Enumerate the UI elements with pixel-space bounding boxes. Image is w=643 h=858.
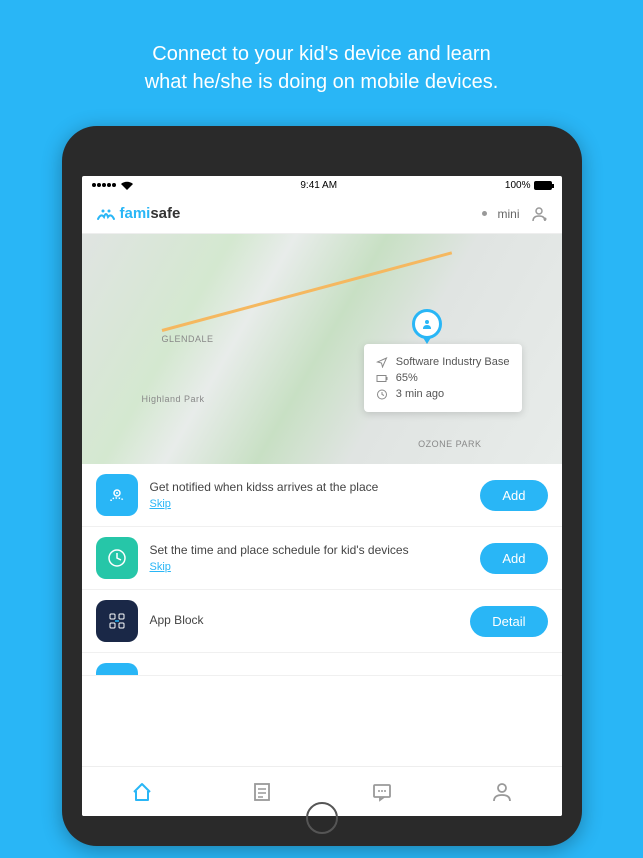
nav-profile[interactable] [482, 780, 522, 804]
home-icon [130, 780, 154, 804]
feature-list: Get notified when kidss arrives at the p… [82, 464, 562, 766]
wifi-icon [121, 181, 133, 190]
skip-link[interactable]: Skip [150, 498, 469, 510]
location-marker[interactable] [412, 309, 442, 339]
feature-title: App Block [150, 613, 459, 629]
info-location: Software Industry Base [396, 356, 510, 368]
logo[interactable]: famisafe [96, 205, 181, 222]
logo-icon [96, 207, 116, 221]
promo-text: Connect to your kid's device and learn w… [145, 40, 499, 96]
app-header: famisafe mini [82, 194, 562, 234]
signal-icon [92, 183, 116, 187]
battery-percent: 100% [505, 180, 531, 191]
detail-button[interactable]: Detail [470, 606, 547, 637]
clock-icon [376, 389, 388, 400]
document-icon [250, 780, 274, 804]
location-pin-icon [96, 474, 138, 516]
screen: 9:41 AM 100% famisafe mini GLENDALE WOOD… [82, 176, 562, 816]
navigation-icon [376, 357, 388, 368]
battery-icon [534, 181, 552, 190]
feature-title: Set the time and place schedule for kid'… [150, 543, 469, 559]
map-label: OZONE PARK [418, 439, 481, 449]
feature-partial [82, 653, 562, 676]
person-icon [421, 318, 433, 330]
profile-icon[interactable] [530, 205, 548, 223]
feature-title: Get notified when kidss arrives at the p… [150, 480, 469, 496]
user-icon [490, 780, 514, 804]
tablet-frame: 9:41 AM 100% famisafe mini GLENDALE WOOD… [62, 126, 582, 846]
info-battery: 65% [396, 372, 418, 384]
location-info-card: Software Industry Base 65% 3 min ago [364, 344, 522, 412]
skip-link[interactable]: Skip [150, 561, 469, 573]
feature-schedule: Set the time and place schedule for kid'… [82, 527, 562, 590]
feature-geofence: Get notified when kidss arrives at the p… [82, 464, 562, 527]
nav-home[interactable] [122, 780, 162, 804]
feature-appblock: App Block Detail [82, 590, 562, 653]
partial-icon [96, 663, 138, 675]
info-time: 3 min ago [396, 388, 444, 400]
clock-schedule-icon [96, 537, 138, 579]
home-button[interactable] [306, 802, 338, 834]
device-status-dot [482, 211, 487, 216]
map[interactable]: GLENDALE WOODHAV Highland Park OZONE PAR… [82, 234, 562, 464]
nav-document[interactable] [242, 780, 282, 804]
device-label[interactable]: mini [497, 207, 519, 221]
battery-outline-icon [376, 375, 388, 382]
map-label: GLENDALE [162, 334, 214, 344]
chat-icon [370, 780, 394, 804]
add-button[interactable]: Add [480, 543, 547, 574]
app-grid-icon [96, 600, 138, 642]
status-bar: 9:41 AM 100% [82, 176, 562, 194]
nav-chat[interactable] [362, 780, 402, 804]
add-button[interactable]: Add [480, 480, 547, 511]
status-time: 9:41 AM [300, 180, 337, 191]
map-label: Highland Park [142, 394, 205, 404]
